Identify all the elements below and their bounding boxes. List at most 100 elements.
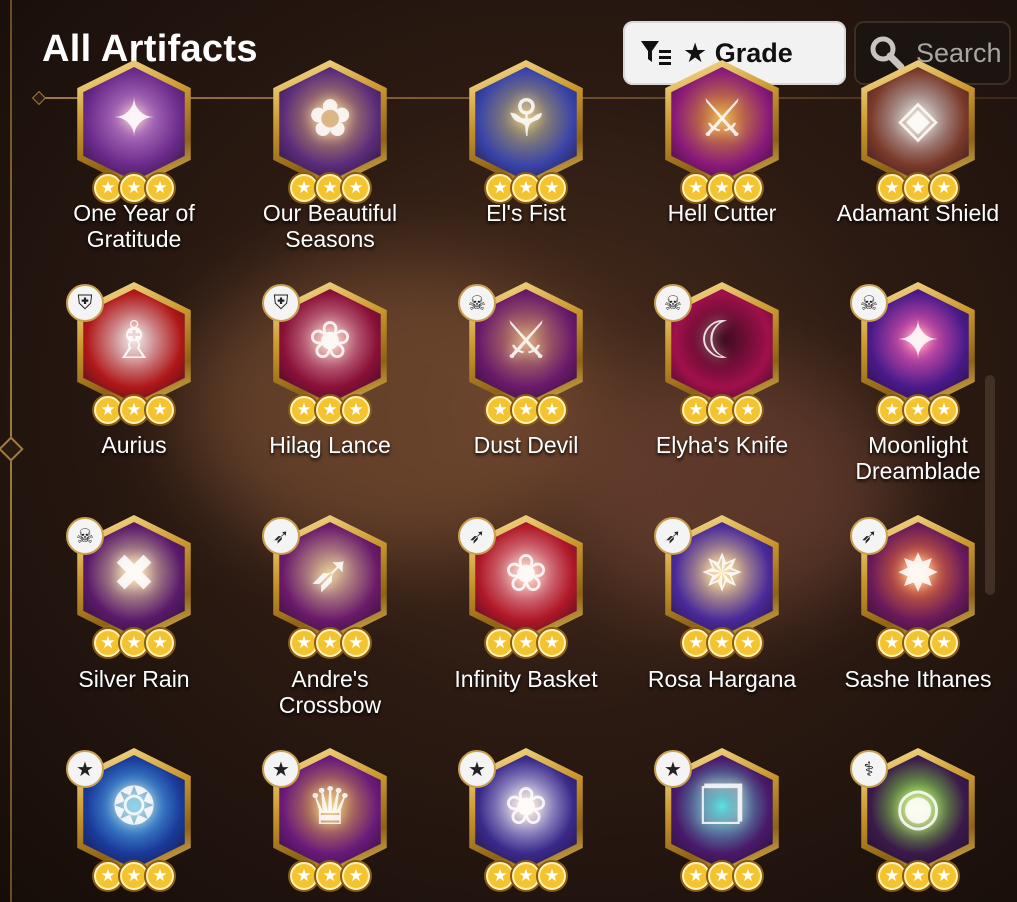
artifact-icon[interactable]: ❀ ★ ★ ★ ★ xyxy=(458,748,592,890)
star-icon: ★ xyxy=(290,862,318,890)
artifact-icon[interactable]: ✖ ☠ ★ ★ ★ xyxy=(66,515,200,657)
artifact-icon[interactable]: ❂ ★ ★ ★ ★ xyxy=(66,748,200,890)
artifact-icon[interactable]: ♗ ⛨ ★ ★ ★ xyxy=(66,282,200,424)
artifact-icon[interactable]: ☾ ☠ ★ ★ ★ xyxy=(654,282,788,424)
artifact-name: Rosa Hargana xyxy=(647,666,797,692)
star-rating: ★ ★ ★ xyxy=(264,629,396,657)
mage-class-icon: ★ xyxy=(66,750,104,788)
artifact-icon[interactable]: ⚔ ☠ ★ ★ ★ xyxy=(458,282,592,424)
star-icon: ★ xyxy=(878,862,906,890)
star-icon: ★ xyxy=(316,396,344,424)
artifact-name: Elyha's Knife xyxy=(655,432,789,458)
artifact-icon[interactable]: ◈ ★ ★ ★ xyxy=(852,60,984,202)
artifact-name: One Year of Gratitude xyxy=(73,200,195,252)
star-icon: ★ xyxy=(120,629,148,657)
star-rating: ★ ★ ★ xyxy=(68,396,200,424)
star-icon: ★ xyxy=(316,174,344,202)
artifact-grid: ✦ ★ ★ ★ One Year of Gratitude ✿ ★ ★ ★ Our Beautifu… xyxy=(36,0,999,902)
artifact-name: Aurius xyxy=(101,432,167,458)
artifact-icon[interactable]: ✿ ★ ★ ★ xyxy=(264,60,396,202)
artifact-name: Adamant Shield xyxy=(836,200,1000,226)
star-icon: ★ xyxy=(94,862,122,890)
ranger-class-icon: ➶ xyxy=(850,517,888,555)
star-rating: ★ ★ ★ xyxy=(460,396,592,424)
star-icon: ★ xyxy=(904,396,932,424)
star-icon: ★ xyxy=(486,862,514,890)
soul-weaver-class-icon: ⚕ xyxy=(850,750,888,788)
artifact-name: Silver Rain xyxy=(78,666,190,692)
knight-class-icon: ⛨ xyxy=(262,284,300,322)
artifact-name: Andre's Crossbow xyxy=(278,666,382,718)
artifact-icon[interactable]: ◉ ⚕ ★ ★ ★ xyxy=(850,748,984,890)
scrollbar[interactable] xyxy=(985,375,995,595)
artifact-icon[interactable]: ❀ ⛨ ★ ★ ★ xyxy=(262,282,396,424)
artifact-icon[interactable]: ✦ ★ ★ ★ xyxy=(68,60,200,202)
star-rating: ★ ★ ★ xyxy=(656,174,788,202)
star-icon: ★ xyxy=(512,396,540,424)
star-icon: ★ xyxy=(708,629,736,657)
artifact-icon[interactable]: ⚔ ★ ★ ★ xyxy=(656,60,788,202)
artifact-name: Sashe Ithanes xyxy=(844,666,992,692)
artifact-art-glyph: ✦ xyxy=(112,90,156,148)
star-icon: ★ xyxy=(94,629,122,657)
artifact-icon[interactable]: ➶ ➶ ★ ★ ★ xyxy=(262,515,396,657)
star-icon: ★ xyxy=(930,862,958,890)
star-icon: ★ xyxy=(120,862,148,890)
star-icon: ★ xyxy=(708,174,736,202)
star-icon: ★ xyxy=(538,396,566,424)
star-icon: ★ xyxy=(342,396,370,424)
artifact-icon[interactable]: ♛ ★ ★ ★ ★ xyxy=(262,748,396,890)
artifact-icon[interactable]: ✵ ➶ ★ ★ ★ xyxy=(654,515,788,657)
star-icon: ★ xyxy=(708,862,736,890)
thief-class-icon: ☠ xyxy=(850,284,888,322)
star-icon: ★ xyxy=(316,629,344,657)
star-icon: ★ xyxy=(512,629,540,657)
star-icon: ★ xyxy=(486,629,514,657)
star-icon: ★ xyxy=(94,174,122,202)
star-rating: ★ ★ ★ xyxy=(460,174,592,202)
star-rating: ★ ★ ★ xyxy=(852,629,984,657)
star-icon: ★ xyxy=(146,862,174,890)
star-icon: ★ xyxy=(290,629,318,657)
star-icon: ★ xyxy=(538,629,566,657)
star-rating: ★ ★ ★ xyxy=(656,862,788,890)
star-icon: ★ xyxy=(316,862,344,890)
star-icon: ★ xyxy=(290,396,318,424)
thief-class-icon: ☠ xyxy=(654,284,692,322)
artifact-icon[interactable]: ✦ ☠ ★ ★ ★ xyxy=(850,282,984,424)
star-icon: ★ xyxy=(734,396,762,424)
artifact-icon[interactable]: ✸ ➶ ★ ★ ★ xyxy=(850,515,984,657)
star-icon: ★ xyxy=(734,629,762,657)
star-icon: ★ xyxy=(538,174,566,202)
star-icon: ★ xyxy=(930,629,958,657)
artifact-icon[interactable]: ⚘ ★ ★ ★ xyxy=(460,60,592,202)
artifact-name: Infinity Basket xyxy=(454,666,598,692)
ranger-class-icon: ➶ xyxy=(262,517,300,555)
thief-class-icon: ☠ xyxy=(458,284,496,322)
star-icon: ★ xyxy=(512,174,540,202)
star-icon: ★ xyxy=(486,174,514,202)
artifact-name: Hilag Lance xyxy=(269,432,391,458)
star-icon: ★ xyxy=(94,396,122,424)
artifact-art-glyph: ✿ xyxy=(308,90,352,148)
mage-class-icon: ★ xyxy=(458,750,496,788)
star-icon: ★ xyxy=(146,174,174,202)
star-icon: ★ xyxy=(682,174,710,202)
artifact-art-glyph: ◈ xyxy=(898,90,938,148)
artifact-icon[interactable]: ❐ ★ ★ ★ ★ xyxy=(654,748,788,890)
star-icon: ★ xyxy=(904,174,932,202)
star-icon: ★ xyxy=(486,396,514,424)
star-icon: ★ xyxy=(342,174,370,202)
star-icon: ★ xyxy=(878,396,906,424)
ranger-class-icon: ➶ xyxy=(458,517,496,555)
artifact-icon[interactable]: ❀ ➶ ★ ★ ★ xyxy=(458,515,592,657)
star-icon: ★ xyxy=(904,629,932,657)
star-icon: ★ xyxy=(342,862,370,890)
artifact-name: Hell Cutter xyxy=(667,200,777,226)
star-rating: ★ ★ ★ xyxy=(68,629,200,657)
star-icon: ★ xyxy=(904,862,932,890)
artifact-art-glyph: ⚔ xyxy=(698,90,746,148)
star-rating: ★ ★ ★ xyxy=(852,396,984,424)
star-rating: ★ ★ ★ xyxy=(460,862,592,890)
star-icon: ★ xyxy=(682,862,710,890)
